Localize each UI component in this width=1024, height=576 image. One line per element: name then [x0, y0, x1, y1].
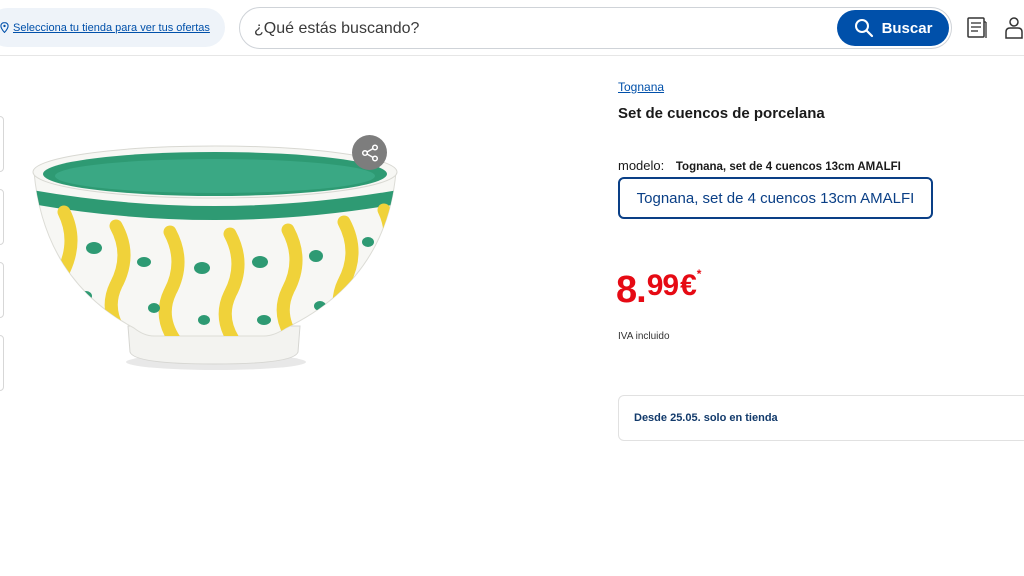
search-input[interactable]: [254, 16, 814, 42]
search-button-label: Buscar: [881, 19, 933, 37]
variant-option-label: Tognana, set de 4 cuencos 13cm AMALFI: [636, 189, 915, 207]
user-icon[interactable]: [1004, 16, 1024, 40]
model-value: Tognana, set de 4 cuencos 13cm AMALFI: [675, 161, 901, 173]
site-header: Selecciona tu tienda para ver tus oferta…: [0, 0, 1024, 56]
store-selector[interactable]: Selecciona tu tienda para ver tus oferta…: [0, 8, 225, 47]
thumbnail[interactable]: [0, 189, 4, 245]
tax-note: IVA incluido: [618, 331, 670, 342]
search-button[interactable]: Buscar: [837, 10, 949, 46]
product-title: Set de cuencos de porcelana: [618, 105, 825, 122]
model-label: modelo:: [618, 158, 665, 173]
share-icon: [361, 143, 378, 162]
thumbnail[interactable]: [0, 262, 4, 318]
catalog-icon[interactable]: [966, 16, 988, 40]
search-icon: [854, 19, 873, 38]
variant-option-button[interactable]: Tognana, set de 4 cuencos 13cm AMALFI: [618, 177, 933, 219]
product-image[interactable]: [24, 130, 404, 380]
model-row: modelo: Tognana, set de 4 cuencos 13cm A…: [618, 158, 901, 173]
price-decimals: 99: [646, 269, 679, 302]
price: 8.99€*: [616, 268, 701, 309]
share-button[interactable]: [352, 135, 387, 170]
bowl-illustration: [32, 145, 398, 370]
price-integer: 8: [616, 269, 637, 311]
price-separator: .: [636, 269, 647, 311]
store-selector-link[interactable]: Selecciona tu tienda para ver tus oferta…: [13, 22, 210, 34]
search-bar: Buscar: [239, 7, 952, 49]
price-currency: €: [680, 269, 697, 302]
thumbnail[interactable]: [0, 116, 4, 172]
map-pin-icon: [0, 22, 9, 33]
thumbnail[interactable]: [0, 335, 4, 391]
availability-box: Desde 25.05. solo en tienda: [618, 395, 1024, 441]
brand-link[interactable]: Tognana: [618, 80, 664, 94]
price-asterisk: *: [696, 267, 702, 281]
availability-text: Desde 25.05. solo en tienda: [634, 412, 778, 424]
